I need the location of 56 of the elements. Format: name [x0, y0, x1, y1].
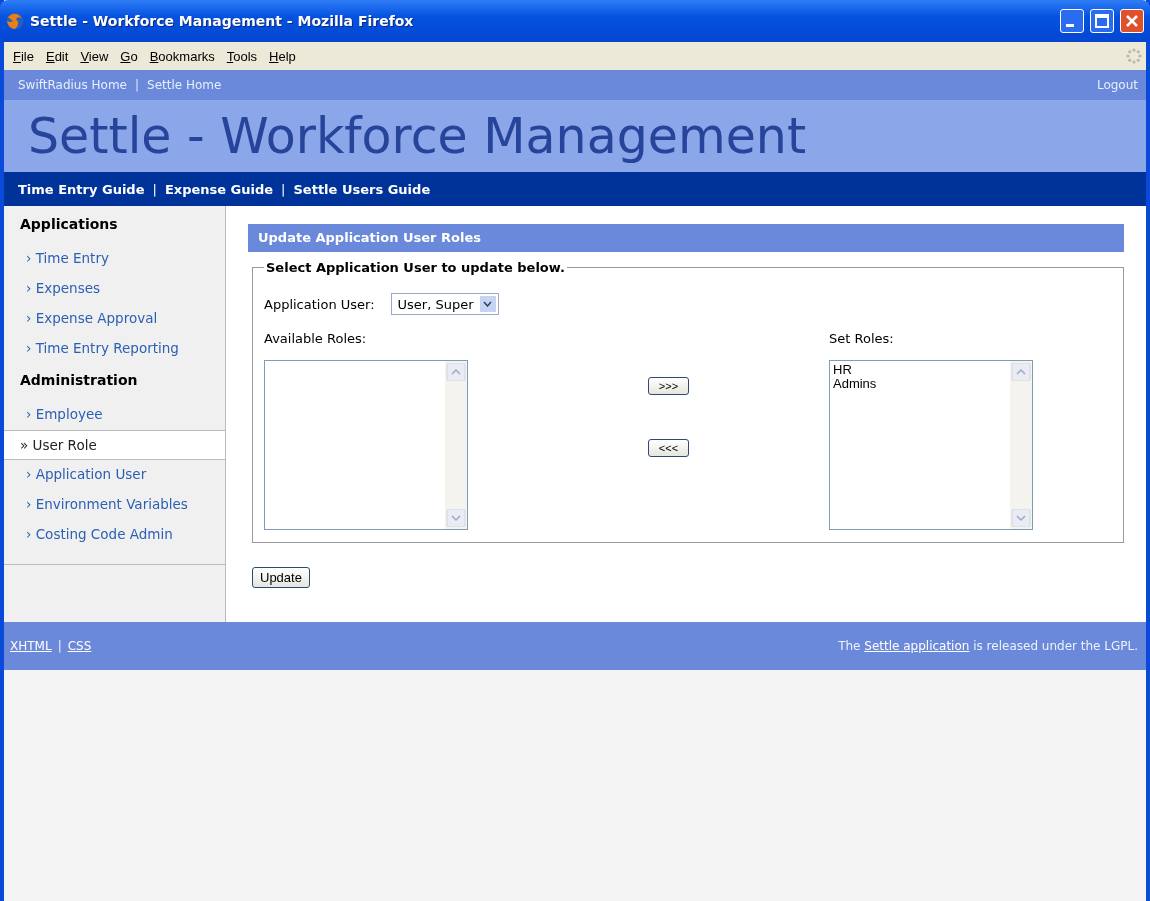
separator: | — [135, 78, 140, 92]
scroll-up-icon[interactable] — [1010, 363, 1032, 381]
sidebar-item[interactable]: › Employee — [4, 400, 225, 430]
set-roles-list[interactable]: HR Admins — [829, 360, 1033, 530]
maximize-icon — [1095, 14, 1109, 28]
dropdown-icon — [483, 301, 493, 307]
license-text: The Settle application is released under the LGPL. — [838, 639, 1138, 653]
scroll-up-icon[interactable] — [445, 363, 467, 381]
sidebar-item[interactable]: › Time Entry Reporting — [4, 334, 225, 364]
scrollbar[interactable] — [1010, 361, 1032, 529]
close-button[interactable] — [1120, 9, 1144, 33]
sidebar-item[interactable]: » User Role — [4, 430, 225, 460]
sidebar-item[interactable]: › Environment Variables — [4, 490, 225, 520]
menu-item[interactable]: Help — [264, 46, 301, 66]
menu-item[interactable]: Edit — [40, 46, 74, 66]
spinner-icon — [1126, 48, 1142, 64]
separator: | — [57, 639, 62, 653]
maximize-button[interactable] — [1090, 9, 1114, 33]
add-button[interactable]: >>> — [647, 377, 690, 395]
window-title: Settle - Workforce Management - Mozilla Firefox — [30, 13, 415, 29]
separator: | — [281, 181, 286, 197]
guide-link[interactable]: Time Entry Guide — [18, 181, 145, 197]
list-label: Available Roles: — [264, 331, 367, 346]
scrollbar[interactable] — [445, 361, 467, 529]
separator: | — [152, 181, 157, 197]
sidebar-item[interactable]: › Expense Approval — [4, 304, 225, 334]
list-option[interactable]: HR — [833, 363, 1007, 377]
list-label: Set Roles: — [829, 331, 894, 346]
globe-icon — [6, 12, 24, 30]
site-title: Settle - Workforce Management — [28, 107, 807, 165]
sidebar-item[interactable]: › Time Entry — [4, 244, 225, 274]
menu-item[interactable]: Go — [115, 46, 143, 66]
close-icon — [1125, 14, 1139, 28]
sidebar-heading: Applications — [19, 216, 119, 234]
menu-item[interactable]: Bookmarks — [144, 46, 220, 66]
group-legend: Select Application User to update below. — [264, 260, 567, 275]
guide-link[interactable]: Settle Users Guide — [293, 181, 431, 197]
update-button[interactable]: Update — [252, 567, 310, 588]
sidebar-item[interactable]: › Application User — [4, 460, 225, 490]
menu-item[interactable]: File — [8, 46, 39, 66]
sidebar-item[interactable]: › Expenses — [4, 274, 225, 304]
guide-link[interactable]: Expense Guide — [164, 181, 274, 197]
minimize-button[interactable] — [1060, 9, 1084, 33]
minimize-icon — [1066, 23, 1074, 27]
field-label: Application User: — [264, 296, 375, 312]
list-option[interactable]: Admins — [833, 377, 1007, 391]
menu-item[interactable]: Tools — [221, 46, 263, 66]
available-roles-list[interactable] — [264, 360, 468, 530]
remove-button[interactable]: <<< — [647, 439, 690, 457]
sidebar-item[interactable]: › Costing Code Admin — [4, 520, 225, 550]
sidebar-heading: Administration — [19, 372, 139, 390]
panel-header: Update Application User Roles — [248, 224, 1124, 252]
menu-item[interactable]: View — [75, 46, 114, 66]
scroll-down-icon[interactable] — [445, 509, 467, 527]
scroll-down-icon[interactable] — [1010, 509, 1032, 527]
user-select[interactable]: User, Super — [390, 293, 499, 315]
